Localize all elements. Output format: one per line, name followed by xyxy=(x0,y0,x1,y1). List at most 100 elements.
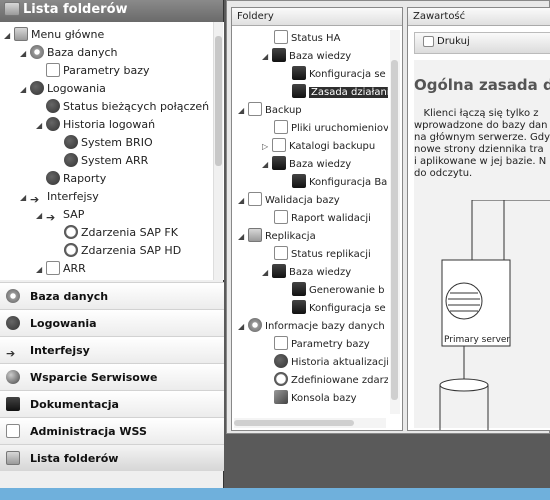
document-icon xyxy=(274,210,288,224)
left-navigation-pane: Lista folderów ◢ Menu główne ◢ Baza danych… xyxy=(0,0,224,488)
folder-item-pliki[interactable]: Pliki uruchomieniov xyxy=(274,120,388,138)
main-area: Foldery Status HA ◢ Baza wiedzy Konfigura… xyxy=(226,0,550,434)
expand-triangle-icon[interactable]: ◢ xyxy=(36,261,46,279)
folders-horizontal-scrollbar[interactable] xyxy=(234,418,386,428)
expand-triangle-icon[interactable]: ◢ xyxy=(36,117,46,135)
folder-item-parametry[interactable]: Parametry bazy xyxy=(274,336,370,354)
tree-item-parametry-bazy[interactable]: Parametry bazy xyxy=(46,62,149,80)
folder-item-konfiguracja-2[interactable]: Konfiguracja se xyxy=(292,300,386,318)
tree-item-status-polaczen[interactable]: Status bieżących połączeń xyxy=(46,98,209,116)
folder-item-konfiguracja-1[interactable]: Konfiguracja se xyxy=(292,66,386,84)
document-icon xyxy=(274,246,288,260)
document-view: Ogólna zasada dzia Klienci łączą się tyl… xyxy=(414,60,550,430)
print-button[interactable]: Drukuj xyxy=(423,36,470,47)
folder-item-zdefiniowane[interactable]: Zdefiniowane zdarz xyxy=(274,372,388,390)
document-icon xyxy=(274,30,288,44)
tree-item-baza-danych[interactable]: ◢ Baza danych xyxy=(20,44,118,62)
folder-list-title: Lista folderów xyxy=(23,2,128,17)
expand-triangle-icon[interactable]: ◢ xyxy=(238,228,248,246)
people-icon xyxy=(6,316,20,330)
tree-item-sap[interactable]: ◢ ➔ SAP xyxy=(36,206,84,224)
folder-item-baza-wiedzy-1[interactable]: ◢ Baza wiedzy xyxy=(262,48,351,66)
document-icon xyxy=(248,192,262,206)
people-icon xyxy=(64,153,78,167)
book-icon xyxy=(292,84,306,98)
clock-icon xyxy=(64,243,78,257)
tree-item-logowania[interactable]: ◢ Logowania xyxy=(20,80,106,98)
folder-item-replikacja[interactable]: ◢ Replikacja xyxy=(238,228,316,246)
folder-list-header: Lista folderów xyxy=(0,0,223,22)
book-icon xyxy=(292,66,306,80)
people-icon xyxy=(30,81,44,95)
nav-item-lista-folderow[interactable]: Lista folderów xyxy=(0,444,224,471)
document-title: Ogólna zasada dzia xyxy=(414,76,550,94)
tree-item-system-arr[interactable]: System ARR xyxy=(64,152,148,170)
collapse-triangle-icon[interactable]: ▷ xyxy=(262,138,272,156)
folders-vertical-scrollbar[interactable] xyxy=(390,30,400,414)
document-icon xyxy=(46,63,60,77)
nav-item-administracja-wss[interactable]: Administracja WSS xyxy=(0,417,224,444)
document-icon xyxy=(6,424,20,438)
globe-icon xyxy=(6,370,20,384)
tree-item-historia-logowan[interactable]: ◢ Historia logowań xyxy=(36,116,155,134)
book-icon xyxy=(292,174,306,188)
folder-item-raport-walidacji[interactable]: Raport walidacji xyxy=(274,210,371,228)
tree-item-system-brio[interactable]: System BRIO xyxy=(64,134,153,152)
tree-vertical-scrollbar[interactable] xyxy=(213,22,223,280)
folder-item-backup[interactable]: ◢ Backup xyxy=(238,102,302,120)
arrow-icon: ➔ xyxy=(46,211,56,224)
expand-triangle-icon[interactable]: ◢ xyxy=(20,81,30,99)
nav-item-dokumentacja[interactable]: Dokumentacja xyxy=(0,390,224,417)
folder-tree: ◢ Menu główne ◢ Baza danych Parametry bazy… xyxy=(0,22,224,280)
folder-item-status-replikacji[interactable]: Status replikacji xyxy=(274,246,371,264)
folders-pane: Foldery Status HA ◢ Baza wiedzy Konfigura… xyxy=(231,7,403,431)
expand-triangle-icon[interactable]: ◢ xyxy=(238,102,248,120)
tree-item-zdarzenia-sap-fk[interactable]: Zdarzenia SAP FK xyxy=(64,224,178,242)
expand-triangle-icon[interactable]: ◢ xyxy=(238,318,248,336)
clock-icon xyxy=(274,372,288,386)
expand-triangle-icon[interactable]: ◢ xyxy=(36,207,46,225)
people-icon xyxy=(46,117,60,131)
folder-item-walidacja[interactable]: ◢ Walidacja bazy xyxy=(238,192,340,210)
tree-item-interfejsy[interactable]: ◢ ➔ Interfejsy xyxy=(20,188,99,206)
expand-triangle-icon[interactable]: ◢ xyxy=(4,27,14,45)
folder-item-katalogi[interactable]: ▷ Katalogi backupu xyxy=(262,138,375,156)
folder-item-konfiguracja-ba[interactable]: Konfiguracja Ba xyxy=(292,174,387,192)
folder-item-historia-aktualizacji[interactable]: Historia aktualizacji xyxy=(274,354,388,372)
gear-icon xyxy=(248,318,262,332)
expand-triangle-icon[interactable]: ◢ xyxy=(262,156,272,174)
folder-item-status-ha[interactable]: Status HA xyxy=(274,30,340,48)
tree-item-zdarzenia-sap-hd[interactable]: Zdarzenia SAP HD xyxy=(64,242,181,260)
console-icon xyxy=(274,390,288,404)
tree-item-raporty[interactable]: Raporty xyxy=(46,170,106,188)
nav-item-interfejsy[interactable]: ➔ Interfejsy xyxy=(0,336,224,363)
folder-item-zasada-dzialania[interactable]: Zasada działani xyxy=(292,84,388,102)
book-icon xyxy=(292,300,306,314)
primary-server-label: Primary server xyxy=(444,335,510,345)
expand-triangle-icon[interactable]: ◢ xyxy=(262,48,272,66)
content-toolbar: Drukuj xyxy=(414,32,550,54)
folder-item-baza-wiedzy-2[interactable]: ◢ Baza wiedzy xyxy=(262,156,351,174)
nav-item-wsparcie-serwisowe[interactable]: Wsparcie Serwisowe xyxy=(0,363,224,390)
folder-icon xyxy=(248,228,262,242)
expand-triangle-icon[interactable]: ◢ xyxy=(262,264,272,282)
document-icon xyxy=(274,120,288,134)
expand-triangle-icon[interactable]: ◢ xyxy=(20,189,30,207)
expand-triangle-icon[interactable]: ◢ xyxy=(20,45,30,63)
arrow-icon: ➔ xyxy=(6,347,16,360)
folder-item-informacje[interactable]: ◢ Informacje bazy danych xyxy=(238,318,385,336)
people-icon xyxy=(46,99,60,113)
server-icon xyxy=(445,282,483,320)
nav-item-baza-danych[interactable]: Baza danych xyxy=(0,282,224,309)
tree-item-menu-glowne[interactable]: ◢ Menu główne xyxy=(4,26,104,44)
tree-item-arr[interactable]: ◢ ARR xyxy=(36,260,86,278)
book-icon xyxy=(272,264,286,278)
folder-item-generowanie[interactable]: Generowanie b xyxy=(292,282,385,300)
folder-item-konsola[interactable]: Konsola bazy xyxy=(274,390,357,408)
nav-item-logowania[interactable]: Logowania xyxy=(0,309,224,336)
book-icon xyxy=(272,156,286,170)
people-icon xyxy=(46,171,60,185)
folder-item-baza-wiedzy-3[interactable]: ◢ Baza wiedzy xyxy=(262,264,351,282)
document-icon xyxy=(248,102,262,116)
expand-triangle-icon[interactable]: ◢ xyxy=(238,192,248,210)
